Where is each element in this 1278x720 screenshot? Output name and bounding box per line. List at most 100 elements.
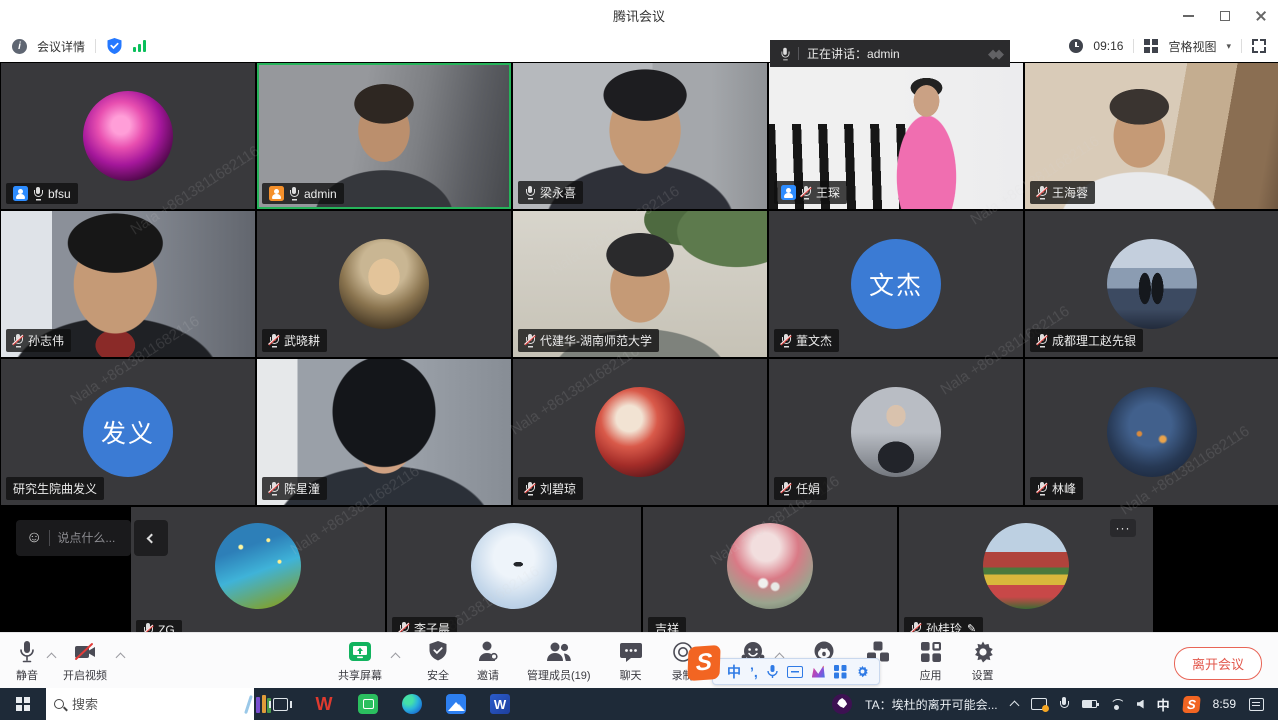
wps-app-icon[interactable]: W bbox=[312, 692, 336, 716]
fullscreen-icon[interactable] bbox=[1252, 39, 1266, 53]
video-options-caret[interactable] bbox=[116, 653, 126, 663]
tencent-meeting-window: 腾讯会议 i 会议详情 09:16 宫格视图 ▾ bbox=[0, 0, 1278, 720]
manage-members-button[interactable]: 管理成员(19) bbox=[527, 640, 591, 683]
participant-label: 李子晨 bbox=[392, 617, 457, 632]
word-app-icon[interactable]: W bbox=[488, 692, 512, 716]
ime-toolbox-icon[interactable] bbox=[834, 665, 847, 678]
ime-lang-toggle[interactable]: 中 bbox=[727, 662, 741, 682]
mute-button[interactable]: 静音 bbox=[16, 640, 38, 683]
settings-button[interactable]: 设置 bbox=[971, 640, 995, 683]
participant-name: admin bbox=[304, 187, 337, 201]
leave-meeting-button[interactable]: 离开会议 bbox=[1174, 647, 1262, 680]
ime-voice-icon[interactable] bbox=[767, 665, 778, 679]
grid-view-icon[interactable] bbox=[1144, 39, 1158, 53]
participant-tile[interactable]: 文杰 董文杰 bbox=[769, 211, 1023, 357]
start-video-button[interactable]: 开启视频 bbox=[63, 640, 107, 683]
avatar-initials: 发义 bbox=[83, 387, 173, 477]
news-app-icon[interactable] bbox=[832, 694, 852, 714]
participant-tile[interactable]: 刘碧琼 bbox=[513, 359, 767, 505]
security-button[interactable]: 安全 bbox=[427, 640, 449, 683]
avatar bbox=[215, 523, 301, 609]
sogou-ime-bar: 中 ’, bbox=[712, 658, 880, 685]
avatar bbox=[1107, 387, 1197, 477]
news-ticker-text[interactable]: TA：埃杜的离开可能会... bbox=[865, 696, 997, 713]
rename-pencil-icon[interactable]: ✎ bbox=[967, 622, 976, 632]
members-icon bbox=[545, 640, 573, 664]
microphone-tray-icon[interactable] bbox=[1060, 697, 1069, 711]
participant-tile[interactable]: bfsu bbox=[1, 63, 255, 209]
participant-tile[interactable]: 成都理工赵先银 bbox=[1025, 211, 1278, 357]
sogou-tray-icon[interactable]: S bbox=[1182, 696, 1200, 713]
sogou-ime-logo[interactable]: S bbox=[687, 645, 720, 681]
participant-name: 陈星潼 bbox=[284, 480, 320, 497]
host-badge-icon bbox=[269, 186, 284, 201]
blue-app-icon[interactable] bbox=[444, 692, 468, 716]
emoji-icon[interactable]: ☺ bbox=[26, 529, 42, 547]
avatar bbox=[83, 91, 173, 181]
security-shield-icon[interactable] bbox=[106, 37, 123, 55]
action-center-icon[interactable] bbox=[1249, 698, 1264, 711]
view-mode-button[interactable]: 宫格视图 bbox=[1168, 38, 1216, 55]
hidden-icons-caret[interactable] bbox=[1009, 701, 1019, 711]
maximize-icon[interactable] bbox=[1218, 8, 1232, 22]
participant-tile[interactable]: 王琛 bbox=[769, 63, 1023, 209]
tile-more-button[interactable]: ··· bbox=[1110, 519, 1136, 537]
participant-label: bfsu bbox=[6, 183, 78, 204]
participant-tile[interactable]: 武晓耕 bbox=[257, 211, 511, 357]
participant-label: 吉祥 bbox=[648, 617, 686, 632]
participant-tile[interactable]: 陈星潼 bbox=[257, 359, 511, 505]
speaker-icon[interactable] bbox=[1137, 700, 1144, 709]
participant-tile[interactable]: 李子晨 bbox=[387, 507, 641, 632]
participant-label: 王琛 bbox=[774, 181, 847, 204]
avatar bbox=[727, 523, 813, 609]
network-icon[interactable] bbox=[1110, 699, 1124, 710]
participant-name: 任娟 bbox=[796, 480, 820, 497]
muted-mic-icon bbox=[399, 622, 409, 633]
green-app-icon[interactable] bbox=[356, 692, 380, 716]
participant-tile[interactable]: ZG bbox=[131, 507, 385, 632]
chat-button[interactable]: 聊天 bbox=[619, 640, 643, 683]
chat-input[interactable] bbox=[57, 531, 121, 545]
chevron-down-icon[interactable]: ▾ bbox=[1226, 41, 1231, 52]
screen-share-tray-icon[interactable] bbox=[1031, 698, 1047, 710]
participant-tile[interactable]: admin bbox=[257, 63, 511, 209]
participant-tile[interactable]: 林峰 bbox=[1025, 359, 1278, 505]
ime-settings-icon[interactable] bbox=[856, 665, 869, 678]
edge-browser-icon[interactable] bbox=[400, 692, 424, 716]
network-signal-icon[interactable] bbox=[133, 40, 146, 52]
window-title: 腾讯会议 bbox=[613, 6, 665, 25]
ime-keyboard-icon[interactable] bbox=[787, 666, 803, 678]
participant-name: 成都理工赵先银 bbox=[1052, 332, 1136, 349]
mute-options-caret[interactable] bbox=[47, 653, 57, 663]
participant-label: 研究生院曲发义 bbox=[6, 477, 104, 500]
participant-tile[interactable]: 王海蓉 bbox=[1025, 63, 1278, 209]
participant-tile[interactable]: 代建华-湖南师范大学 bbox=[513, 211, 767, 357]
collapse-chat-button[interactable] bbox=[134, 520, 168, 556]
participant-label: 陈星潼 bbox=[262, 477, 327, 500]
divider bbox=[95, 39, 96, 53]
start-button[interactable] bbox=[0, 688, 46, 720]
invite-button[interactable]: 邀请 bbox=[477, 640, 499, 683]
share-screen-button[interactable]: 共享屏幕 bbox=[338, 640, 382, 683]
battery-icon[interactable] bbox=[1082, 700, 1097, 708]
close-icon[interactable] bbox=[1254, 8, 1268, 22]
meeting-details-button[interactable]: 会议详情 bbox=[37, 38, 85, 55]
input-language-indicator[interactable]: 中 bbox=[1157, 695, 1170, 714]
participant-tile[interactable]: 梁永喜 bbox=[513, 63, 767, 209]
taskbar-search[interactable] bbox=[46, 688, 254, 720]
participant-tile[interactable]: 发义 研究生院曲发义 bbox=[1, 359, 255, 505]
ime-punctuation-toggle[interactable]: ’, bbox=[750, 664, 758, 680]
task-view-button[interactable] bbox=[268, 692, 292, 716]
participant-name: bfsu bbox=[48, 187, 71, 201]
apps-button[interactable]: 应用 bbox=[919, 640, 943, 683]
minimize-icon[interactable] bbox=[1182, 8, 1196, 22]
share-options-caret[interactable] bbox=[391, 653, 401, 663]
ime-skin-icon[interactable] bbox=[812, 666, 825, 678]
participant-label: 董文杰 bbox=[774, 329, 839, 352]
info-icon[interactable]: i bbox=[12, 39, 27, 54]
taskbar-clock[interactable]: 8:59 bbox=[1213, 697, 1236, 711]
participant-tile[interactable]: 孙志伟 bbox=[1, 211, 255, 357]
participant-tile[interactable]: 吉祥 bbox=[643, 507, 897, 632]
participant-tile[interactable]: 任娟 bbox=[769, 359, 1023, 505]
search-input[interactable] bbox=[72, 697, 248, 712]
